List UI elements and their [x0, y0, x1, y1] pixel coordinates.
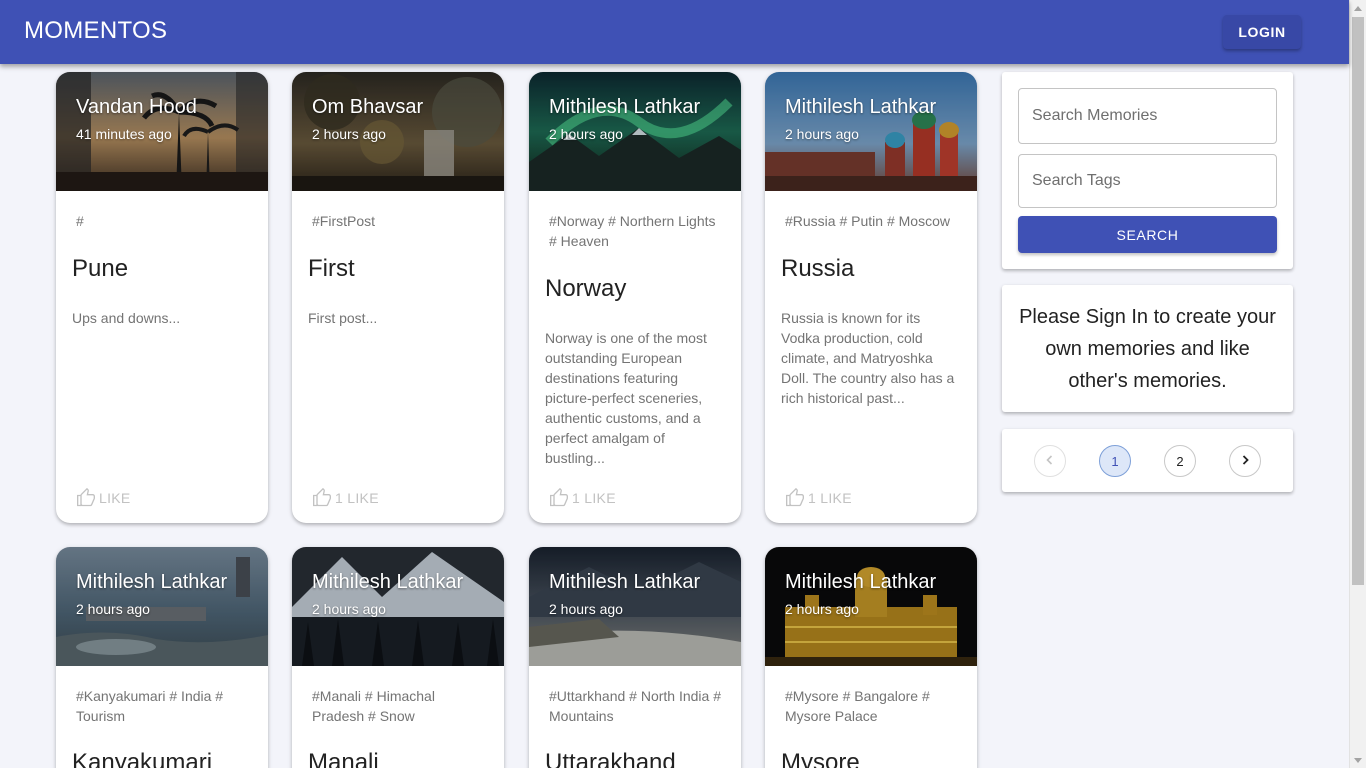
- post-tags: #Russia # Putin # Moscow: [785, 213, 950, 229]
- post-tags: #Kanyakumari # India # Tourism: [76, 688, 224, 724]
- post-tags: #FirstPost: [312, 213, 376, 229]
- post-time: 2 hours ago: [549, 601, 623, 617]
- thumbs-up-icon: [785, 488, 805, 508]
- post-time: 2 hours ago: [312, 601, 386, 617]
- post-author: Om Bhavsar: [312, 96, 424, 118]
- post-card[interactable]: Vandan Hood 41 minutes ago # Pune Ups an…: [56, 72, 268, 523]
- post-tags: #Manali # Himachal Pradesh # Snow: [312, 688, 435, 724]
- post-author: Mithilesh Lathkar: [785, 96, 937, 118]
- post-message: Norway is one of the most outstanding Eu…: [545, 330, 707, 466]
- post-card[interactable]: Mithilesh Lathkar 2 hours ago #Russia # …: [765, 72, 977, 523]
- app-brand[interactable]: MOMENTOS: [24, 17, 167, 45]
- post-card[interactable]: Mithilesh Lathkar 2 hours ago #Uttarkhan…: [529, 547, 741, 768]
- post-card[interactable]: Mithilesh Lathkar 2 hours ago #Norway # …: [529, 72, 741, 523]
- post-author: Mithilesh Lathkar: [76, 571, 228, 593]
- like-button[interactable]: LIKE: [76, 487, 131, 509]
- post-title: Pune: [72, 255, 129, 282]
- search-tags-input[interactable]: [1018, 154, 1277, 208]
- post-author: Vandan Hood: [76, 96, 197, 118]
- login-button[interactable]: LOGIN: [1223, 15, 1301, 49]
- post-card[interactable]: Mithilesh Lathkar 2 hours ago #Mysore # …: [765, 547, 977, 768]
- post-message: First post...: [308, 310, 378, 326]
- thumbs-up-icon: [549, 488, 569, 508]
- signin-notice: Please Sign In to create your own memori…: [1019, 306, 1276, 392]
- post-tags: #Uttarkhand # North India # Mountains: [549, 688, 721, 724]
- post-tags: #: [76, 213, 84, 229]
- search-memories-input[interactable]: [1018, 88, 1277, 144]
- post-title: Russia: [781, 255, 855, 282]
- chevron-left-icon: [1044, 454, 1056, 469]
- like-button[interactable]: 1 LIKE: [312, 487, 379, 509]
- chevron-right-icon: [1239, 454, 1251, 469]
- search-panel: SEARCH: [1002, 72, 1293, 269]
- post-card[interactable]: Mithilesh Lathkar 2 hours ago #Kanyakuma…: [56, 547, 268, 768]
- scrollbar-thumb[interactable]: [1352, 17, 1364, 585]
- post-author: Mithilesh Lathkar: [785, 571, 937, 593]
- post-author: Mithilesh Lathkar: [549, 571, 701, 593]
- like-label: LIKE: [99, 490, 131, 506]
- post-time: 2 hours ago: [312, 126, 386, 142]
- post-author: Mithilesh Lathkar: [312, 571, 464, 593]
- post-author: Mithilesh Lathkar: [549, 96, 701, 118]
- like-label: 1 LIKE: [335, 490, 379, 506]
- search-button[interactable]: SEARCH: [1018, 216, 1277, 253]
- page-2-button[interactable]: 2: [1164, 445, 1196, 477]
- post-tags: #Norway # Northern Lights # Heaven: [549, 213, 716, 249]
- post-title: Uttarakhand: [545, 749, 676, 768]
- post-title: Kanyakumari: [72, 749, 213, 768]
- post-title: Manali: [308, 749, 379, 768]
- post-time: 41 minutes ago: [76, 126, 172, 142]
- post-time: 2 hours ago: [76, 601, 150, 617]
- scroll-up-arrow-icon[interactable]: [1354, 6, 1362, 11]
- like-label: 1 LIKE: [808, 490, 852, 506]
- post-message: Russia is known for its Vodka production…: [781, 310, 955, 406]
- post-card[interactable]: Mithilesh Lathkar 2 hours ago #Manali # …: [292, 547, 504, 768]
- like-label: 1 LIKE: [572, 490, 616, 506]
- post-time: 2 hours ago: [785, 601, 859, 617]
- signin-notice-panel: Please Sign In to create your own memori…: [1002, 285, 1293, 412]
- pagination: 1 2: [1002, 429, 1293, 492]
- thumbs-up-icon: [312, 488, 332, 508]
- like-button[interactable]: 1 LIKE: [549, 487, 616, 509]
- page-scrollbar[interactable]: [1349, 0, 1366, 768]
- post-time: 2 hours ago: [549, 126, 623, 142]
- post-tags: #Mysore # Bangalore # Mysore Palace: [785, 688, 930, 724]
- post-time: 2 hours ago: [785, 126, 859, 142]
- like-button[interactable]: 1 LIKE: [785, 487, 852, 509]
- post-message: Ups and downs...: [72, 310, 181, 326]
- next-page-button[interactable]: [1229, 445, 1261, 477]
- post-title: Mysore: [781, 749, 860, 768]
- page-1-button[interactable]: 1: [1099, 445, 1131, 477]
- scroll-down-arrow-icon[interactable]: [1354, 758, 1362, 763]
- post-title: Norway: [545, 275, 627, 302]
- app-bar: MOMENTOS LOGIN: [0, 0, 1349, 64]
- post-title: First: [308, 255, 355, 282]
- thumbs-up-icon: [76, 488, 96, 508]
- post-card[interactable]: Om Bhavsar 2 hours ago #FirstPost First …: [292, 72, 504, 523]
- previous-page-button[interactable]: [1034, 445, 1066, 477]
